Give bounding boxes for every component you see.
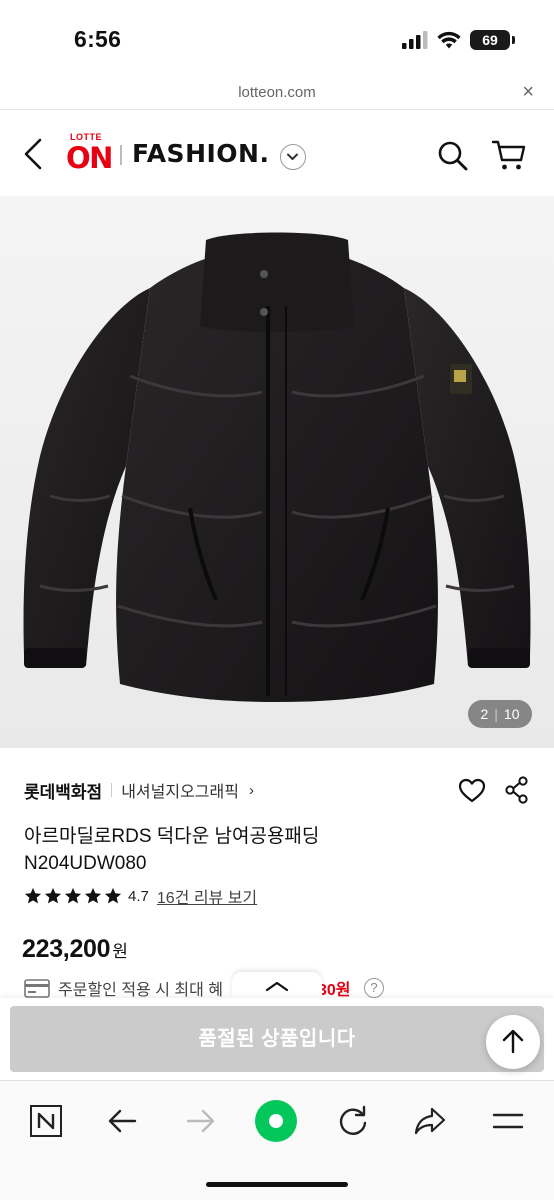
card-icon [24,978,50,998]
chevron-up-icon [265,981,289,992]
star-icon [64,887,82,904]
rating-row: 4.7 16건 리뷰 보기 [24,885,257,907]
scroll-top-button[interactable] [486,1015,540,1069]
image-counter-separator: | [494,706,498,722]
brand-name[interactable]: 롯데백화점 [24,778,102,803]
search-icon[interactable] [437,140,469,172]
refresh-icon[interactable] [331,1099,375,1143]
brand-divider [111,783,113,797]
review-link[interactable]: 16건 리뷰 보기 [157,884,257,908]
purchase-bar: 품절된 상품입니다 [0,998,554,1080]
close-icon[interactable]: × [522,81,534,104]
signal-icon [402,31,428,49]
heart-icon[interactable] [458,777,486,805]
naver-n-icon[interactable] [24,1099,68,1143]
jacket-image [23,232,531,702]
header-divider [120,145,122,165]
back-arrow-icon[interactable] [101,1099,145,1143]
rating-value: 4.7 [128,887,149,905]
share-icon[interactable] [505,776,529,804]
cart-icon[interactable] [491,138,527,172]
product-title: 아르마딜로RDS 덕다운 남여공용패딩 N204UDW080 [24,823,524,877]
help-icon[interactable]: ? [364,978,384,998]
battery-level: 69 [482,32,498,48]
url-bar[interactable]: lotteon.com × [0,80,554,110]
site-header: LOTTE ON FASHION. [0,110,554,196]
url-text[interactable]: lotteon.com [0,84,554,101]
rating-stars [24,887,122,905]
discount-amount: 30원 [318,982,351,999]
back-chevron-icon[interactable] [18,134,48,174]
status-time: 6:56 [74,26,122,52]
image-counter: 2 | 10 [468,700,532,728]
star-icon [24,887,42,904]
status-icons: 69 [402,30,515,50]
image-counter-total: 10 [503,706,520,722]
product-title-line1: 아르마딜로RDS 덕다운 남여공용패딩 [24,826,320,847]
wifi-icon [437,31,461,49]
section-title[interactable]: FASHION. [132,139,269,168]
star-icon [104,887,122,904]
arrow-up-icon [502,1029,524,1054]
chevron-right-icon[interactable]: › [249,782,254,799]
discount-row: 주문할인 적용 시 최대 혜 [24,976,223,1000]
logo-on-text: ON [66,141,113,175]
green-dot-icon[interactable] [254,1099,298,1143]
star-icon [44,887,62,904]
seller-link[interactable]: 내셔널지오그래픽 [121,778,239,802]
lotte-on-logo[interactable]: LOTTE ON [66,132,114,175]
home-indicator [206,1182,348,1187]
share-icon[interactable] [408,1099,452,1143]
price: 223,200 [22,935,111,963]
menu-icon[interactable] [486,1099,530,1143]
price-unit: 원 [112,942,128,961]
brand-row: 롯데백화점 내셔널지오그래픽 › [24,778,254,802]
star-icon [84,887,102,904]
forward-arrow-icon[interactable] [178,1099,222,1143]
price-row: 223,200 원 [22,935,128,964]
product-title-line2: N204UDW080 [24,853,147,874]
product-image[interactable]: 2 | 10 [0,196,554,748]
image-counter-current: 2 [480,706,489,722]
soldout-button: 품절된 상품입니다 [10,1006,544,1072]
collapse-tab[interactable] [232,972,322,998]
status-bar: 6:56 69 [0,0,554,80]
discount-text: 주문할인 적용 시 최대 혜 [58,982,223,999]
battery-icon: 69 [470,30,515,50]
chevron-down-icon[interactable] [280,144,306,170]
